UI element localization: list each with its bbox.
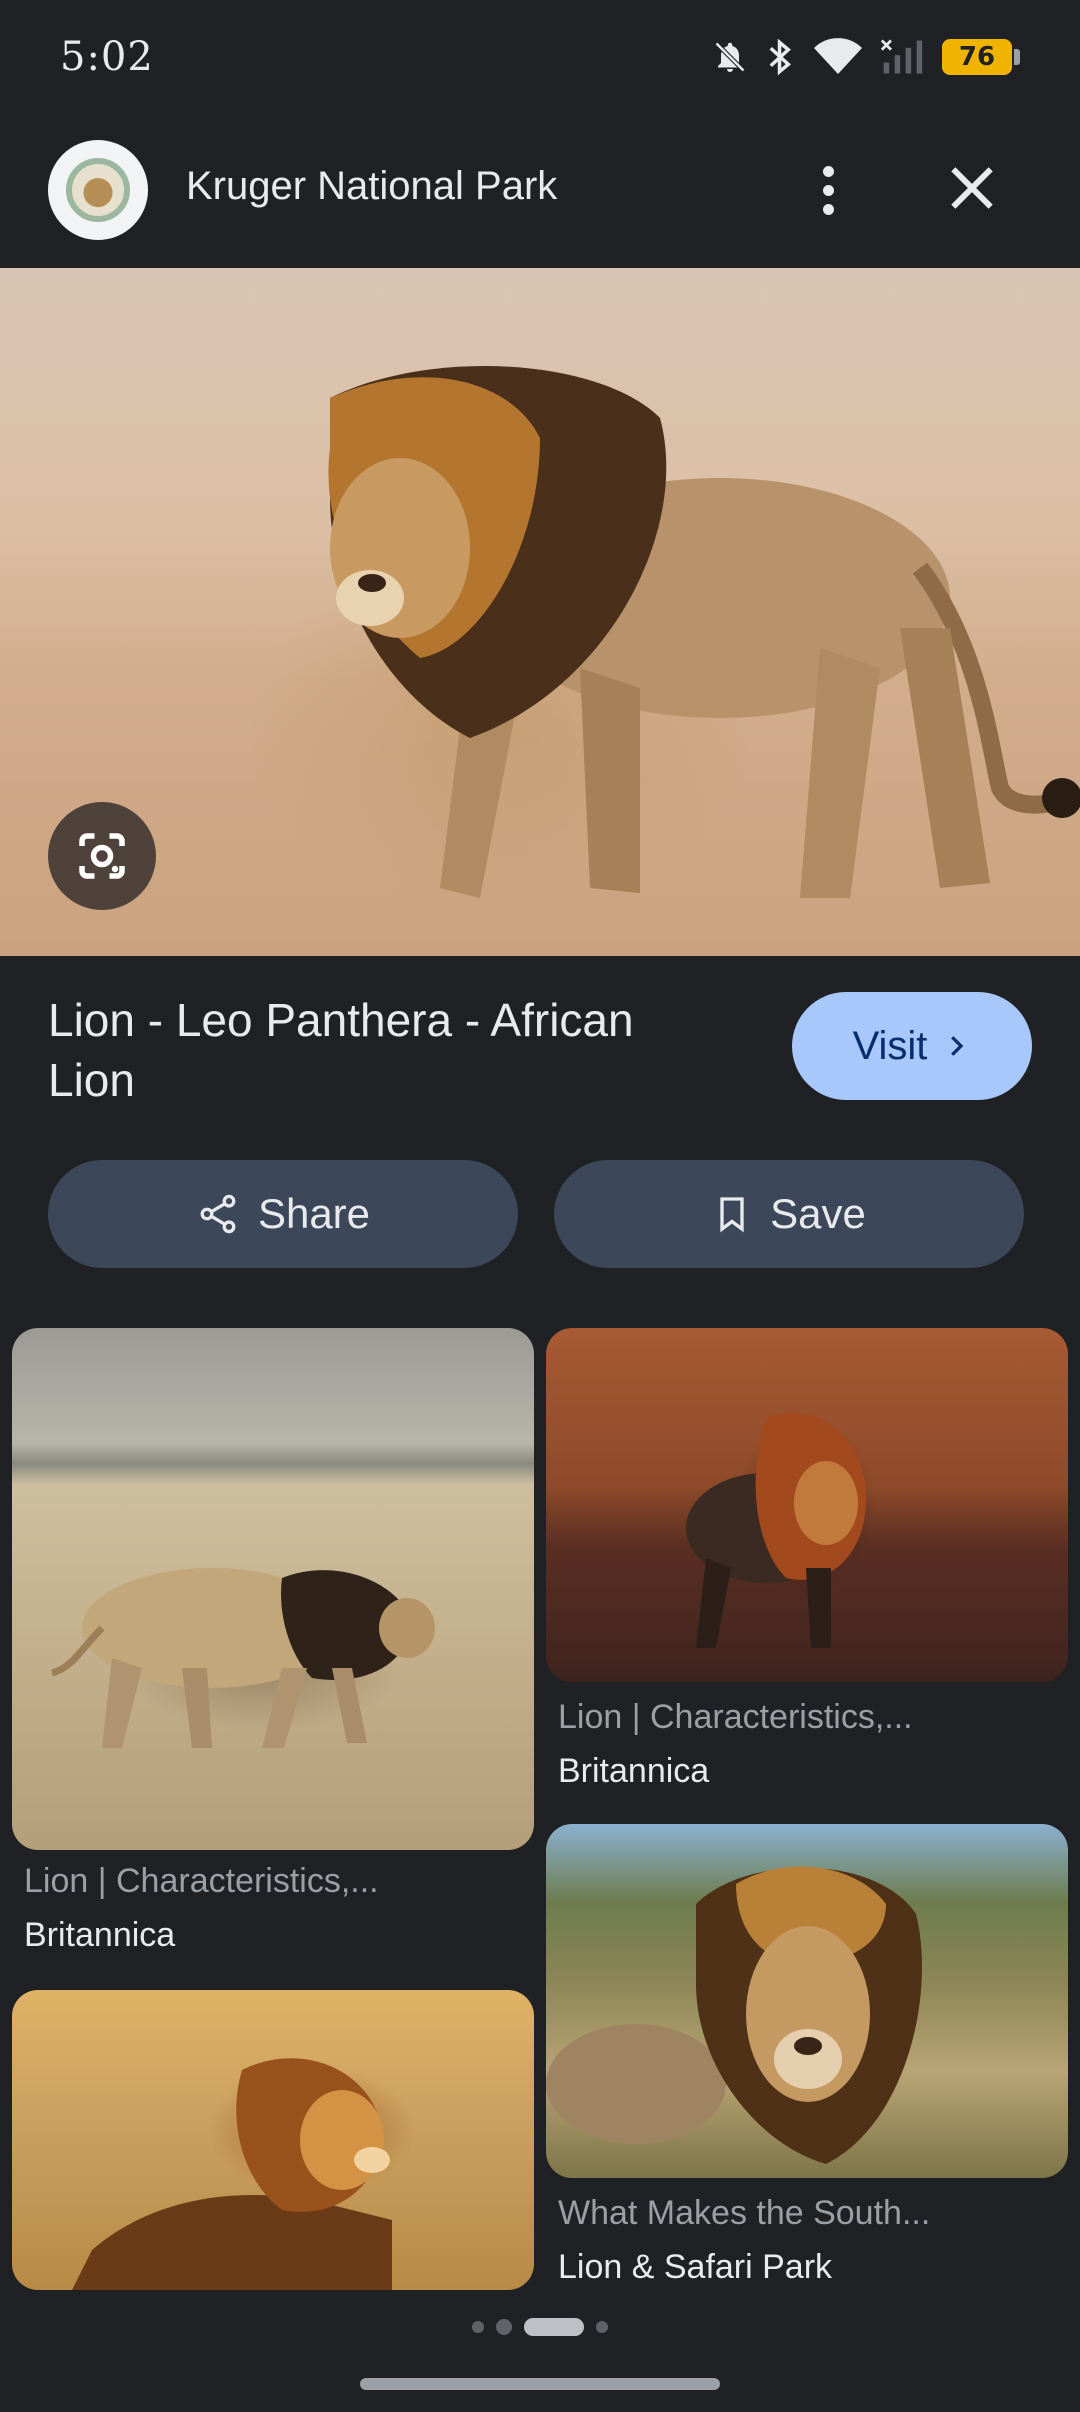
wifi-icon [814, 38, 862, 74]
more-vert-dot [822, 203, 834, 215]
result-title: Lion - Leo Panthera - African Lion [48, 994, 634, 1106]
status-time: 5:02 [60, 34, 154, 80]
save-button[interactable]: Save [554, 1160, 1024, 1268]
bluetooth-icon [769, 38, 791, 76]
hero-image[interactable] [0, 268, 1080, 956]
related-image-1[interactable] [12, 1328, 534, 1850]
page-dot [496, 2319, 512, 2335]
more-vert-icon [822, 165, 834, 177]
visit-label: Visit [852, 1023, 928, 1068]
app-bar: Kruger National Park [0, 130, 1080, 268]
battery-icon: 76 [942, 39, 1020, 75]
more-options-button[interactable] [800, 154, 856, 226]
related-image-4[interactable] [546, 1824, 1068, 2178]
lion-illustration [50, 1568, 435, 1748]
lens-search-button[interactable] [48, 802, 156, 910]
lion-illustration [328, 365, 1080, 898]
page-dot-active [524, 2318, 584, 2336]
site-logo-image [66, 158, 130, 222]
related-title-2[interactable]: Lion | Characteristics,... [558, 1698, 913, 1737]
signal-icon [880, 39, 923, 74]
site-title[interactable]: Kruger National Park [186, 164, 557, 209]
gesture-nav-handle[interactable] [360, 2378, 720, 2390]
status-bar: 5:02 76 [0, 0, 1080, 128]
related-image-2[interactable] [546, 1328, 1068, 1682]
site-avatar[interactable] [48, 140, 148, 240]
page-dot [596, 2321, 608, 2333]
google-lens-icon [79, 833, 125, 879]
page-indicator [0, 2312, 1080, 2342]
bookmark-icon [720, 1197, 744, 1233]
close-icon [951, 167, 993, 209]
bell-off-icon [714, 41, 746, 73]
more-vert-dot [822, 184, 834, 196]
related-title-4[interactable]: What Makes the South... [558, 2194, 930, 2233]
status-icons: 76 [712, 38, 1020, 76]
related-source-1[interactable]: Britannica [24, 1916, 175, 1955]
chevron-right-icon [951, 1036, 964, 1056]
related-image-3[interactable] [12, 1990, 534, 2290]
related-source-4[interactable]: Lion & Safari Park [558, 2248, 832, 2287]
share-icon [200, 1194, 236, 1234]
lion-illustration [72, 2058, 392, 2290]
save-label: Save [770, 1190, 866, 1237]
related-title-1[interactable]: Lion | Characteristics,... [24, 1862, 379, 1901]
lion-illustration [686, 1412, 866, 1648]
visit-button[interactable]: Visit [792, 992, 1032, 1100]
related-source-2[interactable]: Britannica [558, 1752, 709, 1791]
battery-level: 76 [958, 42, 996, 72]
lion-illustration [546, 1866, 922, 2164]
page-dot [472, 2321, 484, 2333]
share-label: Share [257, 1190, 371, 1237]
share-button[interactable]: Share [48, 1160, 518, 1268]
close-button[interactable] [940, 156, 1004, 220]
